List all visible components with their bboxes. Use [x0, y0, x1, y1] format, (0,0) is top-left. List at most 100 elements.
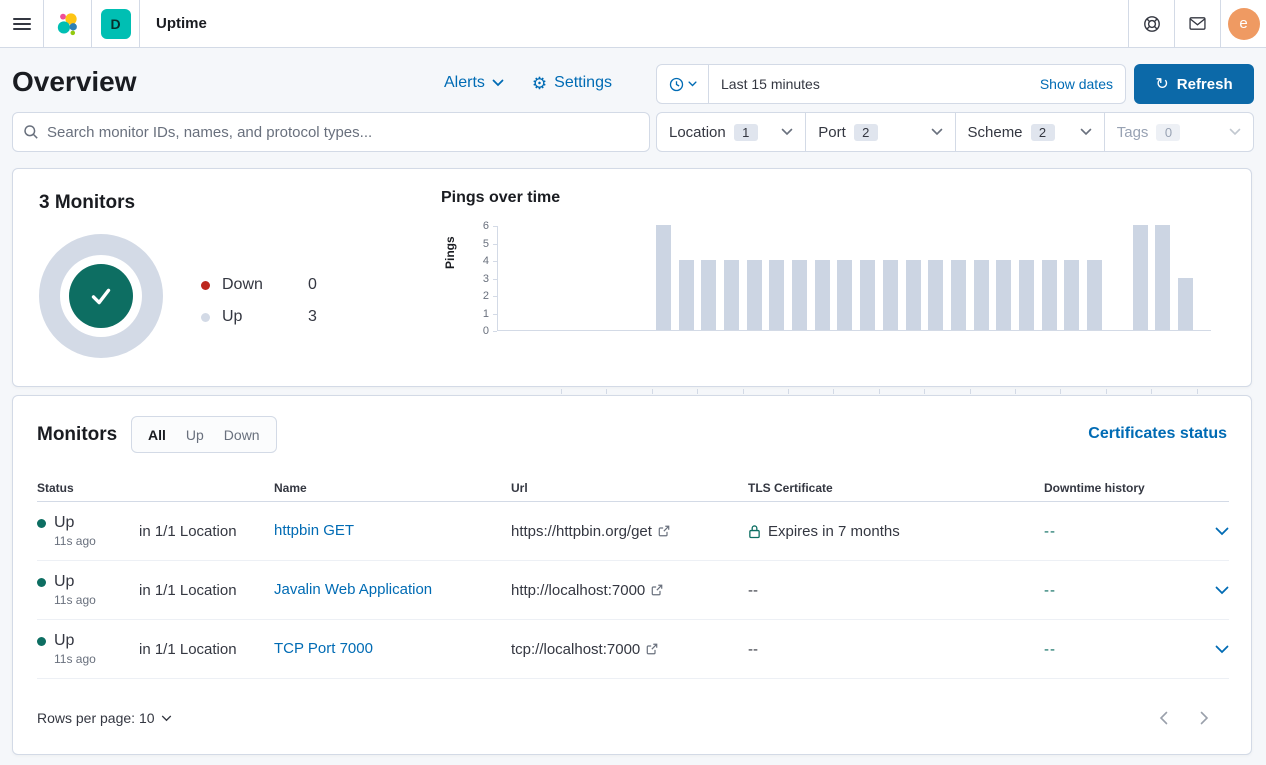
legend-up-value: 3: [308, 308, 317, 326]
monitors-table: Status Name Url TLS Certificate Downtime…: [37, 474, 1229, 679]
up-status-dot-icon: [37, 637, 46, 646]
alerts-label: Alerts: [444, 74, 485, 92]
filter-port[interactable]: Port 2: [806, 113, 955, 151]
settings-link[interactable]: ⚙ Settings: [532, 74, 612, 92]
chevron-down-icon: [1080, 128, 1092, 136]
x-tick-mark: [652, 389, 653, 394]
ping-bar: [1155, 225, 1170, 330]
expand-row-button[interactable]: [1198, 645, 1229, 654]
location-text: in 1/1 Location: [139, 641, 274, 658]
alerts-dropdown[interactable]: Alerts: [444, 74, 504, 92]
legend-row-up: Up 3: [201, 301, 317, 333]
x-tick-mark: [1151, 389, 1152, 394]
chevron-down-icon: [1215, 645, 1229, 654]
chevron-left-icon: [1159, 711, 1168, 725]
elastic-logo[interactable]: [44, 0, 92, 47]
help-button[interactable]: [1128, 0, 1174, 47]
up-status-dot-icon: [37, 519, 46, 528]
col-tls: TLS Certificate: [748, 481, 1044, 495]
clock-icon: [669, 77, 684, 92]
tab-all[interactable]: All: [138, 427, 176, 443]
y-tick-mark: [493, 226, 497, 227]
settings-label: Settings: [554, 74, 612, 92]
monitor-url: tcp://localhost:7000: [511, 641, 640, 658]
next-page-button[interactable]: [1200, 711, 1209, 725]
y-tick-label: 4: [469, 255, 489, 267]
monitor-name-link[interactable]: TCP Port 7000: [274, 640, 373, 657]
ping-bar: [1019, 260, 1034, 330]
avatar[interactable]: e: [1228, 8, 1260, 40]
tab-up[interactable]: Up: [176, 427, 214, 443]
certificates-status-link[interactable]: Certificates status: [1088, 425, 1227, 443]
ping-bar: [996, 260, 1011, 330]
col-name: Name: [274, 481, 511, 495]
chevron-down-icon: [781, 128, 793, 136]
user-menu[interactable]: e: [1220, 0, 1266, 47]
filter-scheme[interactable]: Scheme 2: [956, 113, 1105, 151]
ping-bar: [724, 260, 739, 330]
pings-chart-title: Pings over time: [441, 189, 560, 207]
refresh-icon: ↻: [1155, 74, 1168, 94]
filter-location[interactable]: Location 1: [657, 113, 806, 151]
ping-bar: [1087, 260, 1102, 330]
monitor-name-link[interactable]: httpbin GET: [274, 522, 354, 539]
tls-cell: --: [748, 641, 1044, 658]
rows-per-page-button[interactable]: Rows per page: 10: [37, 710, 172, 726]
filter-location-count: 1: [734, 124, 758, 141]
filter-port-label: Port: [818, 124, 846, 141]
table-footer: Rows per page: 10: [37, 696, 1227, 740]
expand-row-button[interactable]: [1198, 586, 1229, 595]
chevron-down-icon: [1229, 128, 1241, 136]
x-tick-mark: [1060, 389, 1061, 394]
refresh-button[interactable]: ↻ Refresh: [1134, 64, 1254, 104]
x-tick-mark: [697, 389, 698, 394]
legend-row-down: Down 0: [201, 269, 317, 301]
y-tick-label: 0: [469, 325, 489, 337]
deployment-menu[interactable]: D: [92, 0, 140, 47]
tls-text: Expires in 7 months: [768, 523, 900, 540]
y-tick-mark: [493, 279, 497, 280]
search-icon: [23, 124, 39, 140]
page-title: Overview: [12, 66, 137, 98]
y-tick-label: 2: [469, 290, 489, 302]
deployment-badge[interactable]: D: [101, 9, 131, 39]
ping-bar: [928, 260, 943, 330]
hamburger-icon: [13, 15, 31, 33]
search-input[interactable]: [47, 124, 639, 141]
time-range-value[interactable]: Last 15 minutes: [709, 65, 1028, 103]
up-status-dot-icon: [37, 578, 46, 587]
last-check-time: 11s ago: [54, 593, 139, 607]
previous-page-button[interactable]: [1159, 711, 1168, 725]
status-filter-tabs: All Up Down: [131, 416, 277, 453]
external-link-icon[interactable]: [658, 525, 670, 537]
y-tick-mark: [493, 244, 497, 245]
external-link-icon[interactable]: [646, 643, 658, 655]
external-link-icon[interactable]: [651, 584, 663, 596]
rows-per-page-label: Rows per page: 10: [37, 710, 155, 726]
tab-down[interactable]: Down: [214, 427, 270, 443]
chevron-down-icon: [931, 128, 943, 136]
y-tick-mark: [493, 314, 497, 315]
pings-bar-chart: 012345616:5416:5516:5616:5716:5816:5917:…: [497, 226, 1211, 331]
x-tick-mark: [561, 389, 562, 394]
menu-button[interactable]: [0, 0, 44, 47]
chevron-down-icon: [1215, 527, 1229, 536]
ping-bar: [837, 260, 852, 330]
newsfeed-button[interactable]: [1174, 0, 1220, 47]
tls-cell: --: [748, 582, 1044, 599]
y-tick-label: 6: [469, 220, 489, 232]
status-text: Up: [54, 632, 74, 650]
ping-bar: [883, 260, 898, 330]
ping-bar: [792, 260, 807, 330]
ping-bar: [656, 225, 671, 330]
quick-select-button[interactable]: [657, 65, 709, 103]
monitor-name-link[interactable]: Javalin Web Application: [274, 581, 432, 598]
x-tick-mark: [743, 389, 744, 394]
show-dates-button[interactable]: Show dates: [1028, 65, 1125, 103]
expand-row-button[interactable]: [1198, 527, 1229, 536]
ping-bar: [815, 260, 830, 330]
monitors-count-title: 3 Monitors: [39, 192, 135, 214]
filter-tags[interactable]: Tags 0: [1105, 113, 1253, 151]
x-tick-mark: [1106, 389, 1107, 394]
x-tick-mark: [1015, 389, 1016, 394]
